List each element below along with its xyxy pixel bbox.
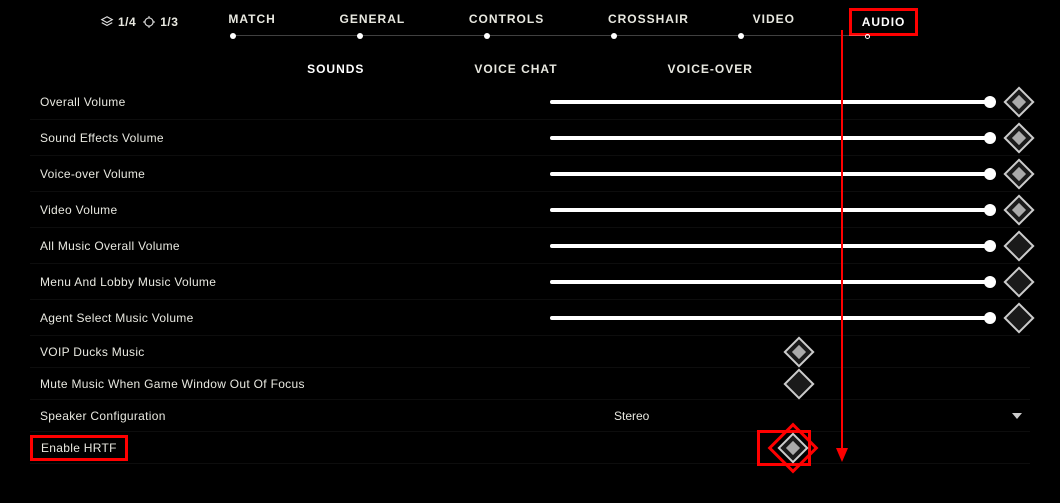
reset-icon[interactable] (1003, 302, 1034, 333)
setting-row: Video Volume (30, 192, 1030, 228)
subtab-sounds[interactable]: SOUNDS (307, 62, 364, 76)
setting-control (550, 127, 1030, 149)
setting-control (550, 271, 1030, 293)
volume-slider[interactable] (550, 316, 990, 320)
target-icon (142, 15, 156, 29)
setting-label: Menu And Lobby Music Volume (30, 275, 550, 289)
setting-row: Enable HRTF (30, 432, 1030, 464)
reset-icon[interactable] (1003, 266, 1034, 297)
toggle-diamond[interactable] (783, 368, 814, 399)
setting-row: Agent Select Music Volume (30, 300, 1030, 336)
setting-label: VOIP Ducks Music (30, 345, 550, 359)
reset-icon[interactable] (1003, 194, 1034, 225)
setting-row: VOIP Ducks Music (30, 336, 1030, 368)
volume-slider[interactable] (550, 136, 990, 140)
setting-label: All Music Overall Volume (30, 239, 550, 253)
setting-control (550, 235, 1030, 257)
subtab-voice-over[interactable]: VOICE-OVER (668, 62, 753, 76)
reset-icon[interactable] (1003, 230, 1034, 261)
setting-label: Agent Select Music Volume (30, 311, 550, 325)
setting-control (550, 307, 1030, 329)
reset-icon[interactable] (1003, 86, 1034, 117)
sub-nav: SOUNDS VOICE CHAT VOICE-OVER (0, 54, 1060, 84)
setting-control (550, 341, 1030, 363)
setting-row: All Music Overall Volume (30, 228, 1030, 264)
top-nav: 1/4 1/3 MATCH GENERAL CONTROLS CROSSHAIR… (0, 0, 1060, 36)
indicator-right: 1/3 (160, 15, 178, 29)
setting-label: Speaker Configuration (30, 409, 550, 423)
setting-control (550, 163, 1030, 185)
page-indicator: 1/4 1/3 (100, 15, 178, 29)
setting-label: Mute Music When Game Window Out Of Focus (30, 377, 550, 391)
setting-row: Speaker ConfigurationStereo (30, 400, 1030, 432)
setting-row: Menu And Lobby Music Volume (30, 264, 1030, 300)
setting-row: Sound Effects Volume (30, 120, 1030, 156)
volume-slider[interactable] (550, 244, 990, 248)
layers-icon (100, 15, 114, 29)
reset-icon[interactable] (1003, 158, 1034, 189)
setting-label: Voice-over Volume (30, 167, 550, 181)
volume-slider[interactable] (550, 280, 990, 284)
setting-control (538, 430, 1030, 466)
reset-icon[interactable] (1003, 122, 1034, 153)
setting-control (550, 373, 1030, 395)
setting-label: Sound Effects Volume (30, 131, 550, 145)
setting-control: Stereo (550, 409, 1030, 423)
settings-list: Overall Volume Sound Effects Volume Voice-… (0, 84, 1060, 464)
setting-label: Enable HRTF (30, 435, 128, 461)
indicator-left: 1/4 (118, 15, 136, 29)
setting-label: Video Volume (30, 203, 550, 217)
toggle-diamond[interactable] (783, 336, 814, 367)
volume-slider[interactable] (550, 172, 990, 176)
setting-control (550, 91, 1030, 113)
subtab-voice-chat[interactable]: VOICE CHAT (474, 62, 557, 76)
volume-slider[interactable] (550, 100, 990, 104)
tab-dot-line (230, 32, 870, 40)
setting-row: Mute Music When Game Window Out Of Focus (30, 368, 1030, 400)
chevron-down-icon[interactable] (1012, 413, 1022, 419)
setting-row: Overall Volume (30, 84, 1030, 120)
volume-slider[interactable] (550, 208, 990, 212)
toggle-diamond[interactable] (777, 432, 808, 463)
setting-control (550, 199, 1030, 221)
setting-label: Overall Volume (30, 95, 550, 109)
select-value[interactable]: Stereo (550, 409, 1012, 423)
setting-row: Voice-over Volume (30, 156, 1030, 192)
